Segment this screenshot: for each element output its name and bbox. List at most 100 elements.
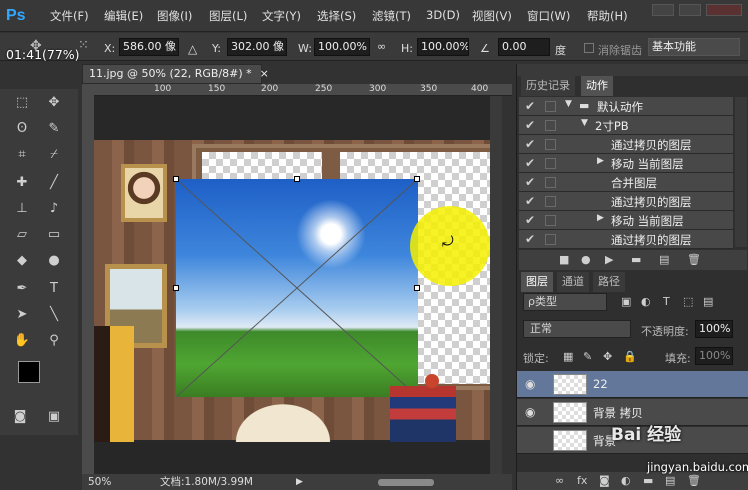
action-row[interactable]: ✔ 通过拷贝的图层 <box>519 135 733 154</box>
filter-pixel-icon[interactable]: ▣ <box>621 295 631 308</box>
trash-icon[interactable]: 🗑 <box>687 253 701 266</box>
tab-actions[interactable]: 动作 <box>581 76 613 96</box>
visibility-eye-icon[interactable]: ◉ <box>525 377 539 391</box>
transform-handle[interactable] <box>173 176 179 182</box>
menu-view[interactable]: 视图(V) <box>472 8 512 24</box>
blend-mode-select[interactable]: 正常 <box>523 320 631 338</box>
path-select-tool-icon[interactable]: ➤ <box>12 307 32 323</box>
lock-all-icon[interactable]: 🔒 <box>623 350 637 363</box>
lock-position-icon[interactable]: ✥ <box>603 350 612 363</box>
marquee-tool-icon[interactable]: ⬚ <box>12 95 32 111</box>
dodge-tool-icon[interactable]: ● <box>44 253 64 269</box>
stamp-tool-icon[interactable]: ⊥ <box>12 201 32 217</box>
lock-pixels-icon[interactable]: ✎ <box>583 350 592 363</box>
y-field[interactable]: 302.00 像 <box>227 38 287 56</box>
action-enabled-check-icon[interactable]: ✔ <box>525 99 535 113</box>
workspace-select[interactable]: 基本功能 <box>648 38 740 56</box>
menu-help[interactable]: 帮助(H) <box>587 8 628 24</box>
menu-layer[interactable]: 图层(L) <box>209 8 247 24</box>
history-brush-tool-icon[interactable]: ♪ <box>44 201 64 217</box>
link-layers-icon[interactable]: ∞ <box>555 474 564 487</box>
sky-layer-image[interactable] <box>173 176 420 397</box>
menu-file[interactable]: 文件(F) <box>50 8 89 24</box>
dialog-toggle-box[interactable] <box>545 101 556 112</box>
tab-layers[interactable]: 图层 <box>521 272 553 292</box>
new-layer-icon[interactable]: ▤ <box>665 474 675 487</box>
layer-row[interactable]: ◉ 22 <box>517 371 748 398</box>
width-field[interactable]: 100.00% <box>314 38 370 56</box>
transform-handle[interactable] <box>414 285 420 291</box>
eyedropper-tool-icon[interactable]: ⌿ <box>44 147 64 163</box>
blur-tool-icon[interactable]: ◆ <box>12 253 32 269</box>
height-field[interactable]: 100.00% <box>417 38 469 56</box>
filter-shape-icon[interactable]: ⬚ <box>683 295 693 308</box>
x-field[interactable]: 586.00 像 <box>119 38 179 56</box>
pen-tool-icon[interactable]: ✒ <box>12 281 32 297</box>
action-row[interactable]: ✔ 合并图层 <box>519 173 733 192</box>
new-action-icon[interactable]: ▤ <box>659 253 669 266</box>
type-tool-icon[interactable]: T <box>44 281 64 297</box>
action-enabled-check-icon[interactable]: ✔ <box>525 232 535 246</box>
dialog-toggle-box[interactable] <box>545 158 556 169</box>
brush-tool-icon[interactable]: ╱ <box>44 175 64 191</box>
tab-channels[interactable]: 通道 <box>557 272 589 292</box>
transform-handle[interactable] <box>414 176 420 182</box>
link-icon[interactable]: ∞ <box>377 40 386 53</box>
gradient-tool-icon[interactable]: ▭ <box>44 227 64 243</box>
action-row[interactable]: ✔ 通过拷贝的图层 <box>519 230 733 249</box>
close-button[interactable] <box>706 4 742 16</box>
delete-layer-icon[interactable]: 🗑 <box>687 474 701 487</box>
antialias-checkbox[interactable] <box>584 43 594 53</box>
horizontal-scroll-thumb[interactable] <box>378 479 434 486</box>
delta-icon[interactable]: △ <box>188 42 197 56</box>
expand-arrow-icon[interactable]: ▶ <box>597 156 604 166</box>
layer-filter-select[interactable]: ρ类型 <box>523 293 607 311</box>
expand-arrow-icon[interactable]: ▶ <box>597 213 604 223</box>
visibility-eye-icon[interactable] <box>525 433 539 447</box>
visibility-eye-icon[interactable]: ◉ <box>525 405 539 419</box>
healing-tool-icon[interactable]: ✚ <box>12 175 32 191</box>
mask-icon[interactable]: ◙ <box>599 474 610 487</box>
opacity-field[interactable]: 100% <box>695 320 733 338</box>
foreground-color-swatch[interactable] <box>18 361 40 383</box>
dialog-toggle-box[interactable] <box>545 120 556 131</box>
dialog-toggle-box[interactable] <box>545 196 556 207</box>
document-tab[interactable]: 11.jpg @ 50% (22, RGB/8#) * × <box>82 64 269 84</box>
dialog-toggle-box[interactable] <box>545 139 556 150</box>
record-icon[interactable]: ● <box>581 253 591 266</box>
lock-transparent-icon[interactable]: ▦ <box>563 350 573 363</box>
play-icon[interactable]: ▶ <box>605 253 613 266</box>
action-enabled-check-icon[interactable]: ✔ <box>525 118 535 132</box>
eraser-tool-icon[interactable]: ▱ <box>12 227 32 243</box>
action-enabled-check-icon[interactable]: ✔ <box>525 137 535 151</box>
action-enabled-check-icon[interactable]: ✔ <box>525 175 535 189</box>
dialog-toggle-box[interactable] <box>545 177 556 188</box>
line-tool-icon[interactable]: ╲ <box>44 307 64 323</box>
actions-scrollbar[interactable] <box>735 97 747 247</box>
action-row[interactable]: ✔ ▶ 移动 当前图层 <box>519 211 733 230</box>
action-row[interactable]: ✔ ▼ ▬ 默认动作 <box>519 97 733 116</box>
menu-type[interactable]: 文字(Y) <box>262 8 301 24</box>
crop-tool-icon[interactable]: ⌗ <box>12 147 32 163</box>
fx-icon[interactable]: fx <box>577 474 587 487</box>
transform-handle[interactable] <box>173 285 179 291</box>
menu-image[interactable]: 图像(I) <box>157 8 192 24</box>
expand-arrow-icon[interactable]: ▼ <box>581 118 588 128</box>
hand-tool-icon[interactable]: ✋ <box>12 333 32 349</box>
filter-smart-icon[interactable]: ▤ <box>703 295 713 308</box>
action-row[interactable]: ✔ ▶ 移动 当前图层 <box>519 154 733 173</box>
menu-edit[interactable]: 编辑(E) <box>104 8 143 24</box>
quick-select-tool-icon[interactable]: ✎ <box>44 121 64 137</box>
close-tab-icon[interactable]: × <box>260 67 269 80</box>
dialog-toggle-box[interactable] <box>545 234 556 245</box>
action-row[interactable]: ✔ 通过拷贝的图层 <box>519 192 733 211</box>
menu-filter[interactable]: 滤镜(T) <box>372 8 411 24</box>
filter-adjust-icon[interactable]: ◐ <box>641 295 651 308</box>
filter-type-icon[interactable]: T <box>663 295 670 308</box>
adjustment-icon[interactable]: ◐ <box>621 474 631 487</box>
quick-mask-icon[interactable]: ◙ <box>10 409 30 425</box>
tab-paths[interactable]: 路径 <box>593 272 625 292</box>
new-set-icon[interactable]: ▬ <box>631 253 641 266</box>
zoom-tool-icon[interactable]: ⚲ <box>44 333 64 349</box>
angle-field[interactable]: 0.00 <box>498 38 550 56</box>
